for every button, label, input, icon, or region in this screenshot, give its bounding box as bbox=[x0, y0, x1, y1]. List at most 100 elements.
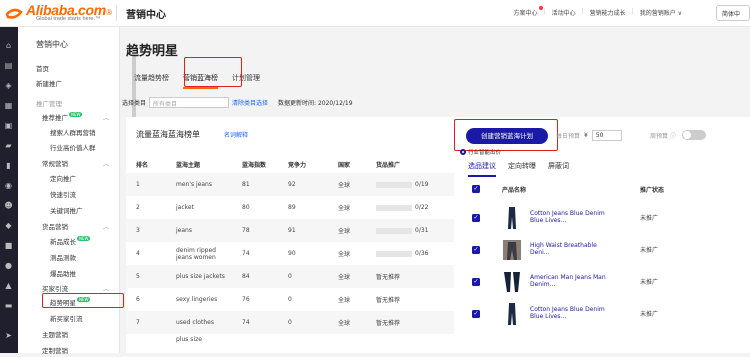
location-icon[interactable]: ◉ bbox=[4, 181, 13, 190]
send-icon[interactable]: ➤ bbox=[4, 331, 13, 340]
sidebar-item-test[interactable]: 测品测款 bbox=[50, 252, 76, 262]
sidebar-item-recommend[interactable]: 推荐推广 NEW bbox=[42, 112, 83, 122]
row-checkbox[interactable]: ✓ bbox=[472, 310, 480, 318]
tab-product-suggest[interactable]: 选品建议 bbox=[468, 161, 496, 177]
box-icon[interactable]: ■ bbox=[4, 241, 13, 250]
budget-input[interactable]: 50 bbox=[591, 130, 622, 141]
store-icon[interactable]: ◆ bbox=[4, 221, 13, 230]
nav-my-account[interactable]: 我的营销账户 ∨ bbox=[640, 8, 682, 17]
product-row[interactable]: ✓ Cotton Jeans Blue Denim Blue Lives... … bbox=[454, 299, 750, 329]
header-divider bbox=[116, 5, 117, 21]
grid-icon[interactable]: ▦ bbox=[4, 101, 13, 110]
table-row[interactable]: plus size bbox=[126, 334, 456, 357]
sidebar-item-industry-crowd[interactable]: 行业高价值人群 bbox=[50, 142, 96, 152]
nav-capability-growth[interactable]: 营销能力成长 bbox=[590, 8, 626, 17]
sidebar-item-theme[interactable]: 主题营销 bbox=[42, 329, 68, 339]
product-name-link[interactable]: American Man Jeans Man Denim... bbox=[530, 274, 608, 288]
new-badge: NEW bbox=[77, 236, 91, 241]
filter-label: 选择类目 bbox=[122, 100, 147, 107]
home-icon[interactable]: ⌂ bbox=[4, 41, 13, 50]
chevron-up-icon[interactable]: ︿ bbox=[103, 159, 109, 168]
sidebar-item-buyer-traffic[interactable]: 买家引流 bbox=[42, 283, 68, 293]
shield-icon[interactable]: ◈ bbox=[4, 81, 13, 90]
row-checkbox[interactable]: ✓ bbox=[472, 278, 480, 286]
jeans-thumbnail bbox=[502, 238, 522, 262]
plan-panel: 创建营销蓝海计划 每日预算 ¥ 50 周预算 ⓘ 行业智能出价 选品建议 定向转… bbox=[454, 117, 750, 353]
sidebar-item-search-retarget[interactable]: 搜索人群再营销 bbox=[50, 127, 96, 137]
chevron-up-icon[interactable]: ︿ bbox=[103, 284, 109, 293]
product-row[interactable]: ✓ Cotton Jeans Blue Denim Blue Lives... … bbox=[454, 203, 750, 233]
col-theme: 蓝海主题 bbox=[176, 161, 201, 169]
calendar-icon[interactable]: ▣ bbox=[4, 121, 13, 130]
alibaba-smile-icon bbox=[5, 8, 23, 19]
category-select[interactable]: 所有类目 bbox=[149, 97, 230, 108]
product-status: 未推广 bbox=[640, 279, 659, 286]
globe-icon[interactable]: ● bbox=[4, 261, 13, 270]
table-row[interactable]: 2 jacket 80 89 全球 0/22 bbox=[126, 196, 456, 219]
smart-bid-radio[interactable]: 行业智能出价 bbox=[460, 148, 501, 156]
product-status: 未推广 bbox=[640, 247, 659, 254]
language-select[interactable]: 简体中 bbox=[716, 5, 750, 21]
plan-tab-bar: 选品建议 定向转曝 屏蔽词 bbox=[468, 161, 581, 177]
info-icon: ⓘ bbox=[670, 132, 677, 140]
users-icon[interactable]: ☻ bbox=[4, 201, 13, 210]
table-row[interactable]: 3 jeans 78 91 全球 0/31 bbox=[126, 219, 456, 242]
row-checkbox[interactable]: ✓ bbox=[472, 214, 480, 222]
nav-solution-center[interactable]: 方案中心 bbox=[514, 8, 538, 17]
sidebar-item-targeted[interactable]: 定向推广 bbox=[50, 173, 76, 183]
sidebar-item-keyword[interactable]: 关键词推广 bbox=[50, 205, 83, 215]
bag-icon[interactable]: ▲ bbox=[4, 281, 13, 290]
chat-icon[interactable]: ▰ bbox=[4, 141, 13, 150]
sidebar: 营销中心 首页 新建推广 推广管理 推荐推广 NEW ︿ 搜索人群再营销 行业高价… bbox=[18, 27, 136, 355]
col-promotion: 货品推广 bbox=[376, 161, 401, 169]
col-rank[interactable]: 排名 bbox=[126, 155, 166, 173]
sidebar-item-regular[interactable]: 常规营销 bbox=[42, 158, 68, 168]
chart-icon[interactable]: ▮ bbox=[4, 161, 13, 170]
glossary-link[interactable]: 名词解释 bbox=[224, 130, 248, 139]
sidebar-item-product[interactable]: 货品营销 bbox=[42, 221, 68, 231]
product-row[interactable]: ✓ High Waist Breathable Deni... 未推广 bbox=[454, 235, 750, 265]
notification-dot bbox=[539, 6, 543, 10]
panel-title: 流量蓝海蓝海榜单 bbox=[136, 130, 200, 139]
col-index[interactable]: 蓝海指数 bbox=[232, 155, 278, 173]
alibaba-logo[interactable]: Alibaba.com® Global trade starts here.™ bbox=[4, 2, 112, 24]
product-name-link[interactable]: High Waist Breathable Deni... bbox=[530, 242, 608, 256]
sidebar-item-new-promo[interactable]: 新建推广 bbox=[36, 78, 62, 88]
sidebar-item-home[interactable]: 首页 bbox=[36, 63, 49, 73]
sidebar-item-quick-traffic[interactable]: 快速引流 bbox=[50, 189, 76, 199]
nav-activity-center[interactable]: 活动中心 bbox=[552, 8, 576, 17]
cycle-label: 周预算 bbox=[650, 132, 669, 140]
select-all-checkbox[interactable]: ✓ bbox=[472, 185, 480, 193]
tab-blocked-words[interactable]: 屏蔽词 bbox=[548, 161, 569, 177]
table-row[interactable]: 1 men's jeans 81 92 全球 0/19 bbox=[126, 173, 456, 196]
row-checkbox[interactable]: ✓ bbox=[472, 246, 480, 254]
tab-traffic-trend[interactable]: 流量趋势榜 bbox=[134, 73, 169, 89]
table-row[interactable]: 7 used clothes 74 0 全球 暂无推荐 bbox=[126, 311, 456, 334]
list-icon[interactable]: ▤ bbox=[4, 61, 13, 70]
table-row[interactable]: 5 plus size jackets 84 0 全球 暂无推荐 bbox=[126, 265, 456, 288]
logo-tagline: Global trade starts here.™ bbox=[36, 16, 101, 22]
clear-category-link[interactable]: 清除类目选择 bbox=[232, 98, 268, 107]
table-row[interactable]: 6 sexy lingeries 76 0 全球 暂无推荐 bbox=[126, 288, 456, 311]
sidebar-item-new-growth[interactable]: 新品成长 NEW bbox=[50, 236, 91, 246]
tab-targeting[interactable]: 定向转曝 bbox=[508, 161, 536, 177]
product-name-link[interactable]: Cotton Jeans Blue Denim Blue Lives... bbox=[530, 306, 608, 320]
chevron-up-icon[interactable]: ︿ bbox=[103, 113, 109, 122]
create-plan-button[interactable]: 创建营销蓝海计划 bbox=[466, 128, 548, 144]
chevron-up-icon[interactable]: ︿ bbox=[103, 222, 109, 231]
sidebar-item-new-buyer[interactable]: 新买家引流 bbox=[50, 313, 83, 323]
product-row[interactable]: ✓ American Man Jeans Man Denim... 未推广 bbox=[454, 267, 750, 297]
sidebar-item-hot-boost[interactable]: 爆品助推 bbox=[50, 268, 76, 278]
product-status: 未推广 bbox=[640, 215, 659, 222]
product-name-link[interactable]: Cotton Jeans Blue Denim Blue Lives... bbox=[530, 210, 608, 224]
page-title: 趋势明星 bbox=[126, 44, 179, 59]
col-competition[interactable]: 竞争力 bbox=[278, 155, 328, 173]
sidebar-item-custom[interactable]: 定制营销 bbox=[42, 345, 68, 355]
daily-budget: 每日预算 ¥ 50 bbox=[556, 130, 622, 141]
table-row[interactable]: 4 denim ripped jeans women 74 90 全球 0/36 bbox=[126, 242, 456, 265]
col-country: 国家 bbox=[338, 161, 351, 169]
sidebar-title: 营销中心 bbox=[36, 40, 68, 49]
category-filter: 选择类目 所有类目 清除类目选择 数据更新时间: 2020/12/19 bbox=[122, 97, 353, 108]
weekly-toggle[interactable] bbox=[682, 130, 707, 140]
bank-icon[interactable]: ▬ bbox=[4, 301, 13, 310]
